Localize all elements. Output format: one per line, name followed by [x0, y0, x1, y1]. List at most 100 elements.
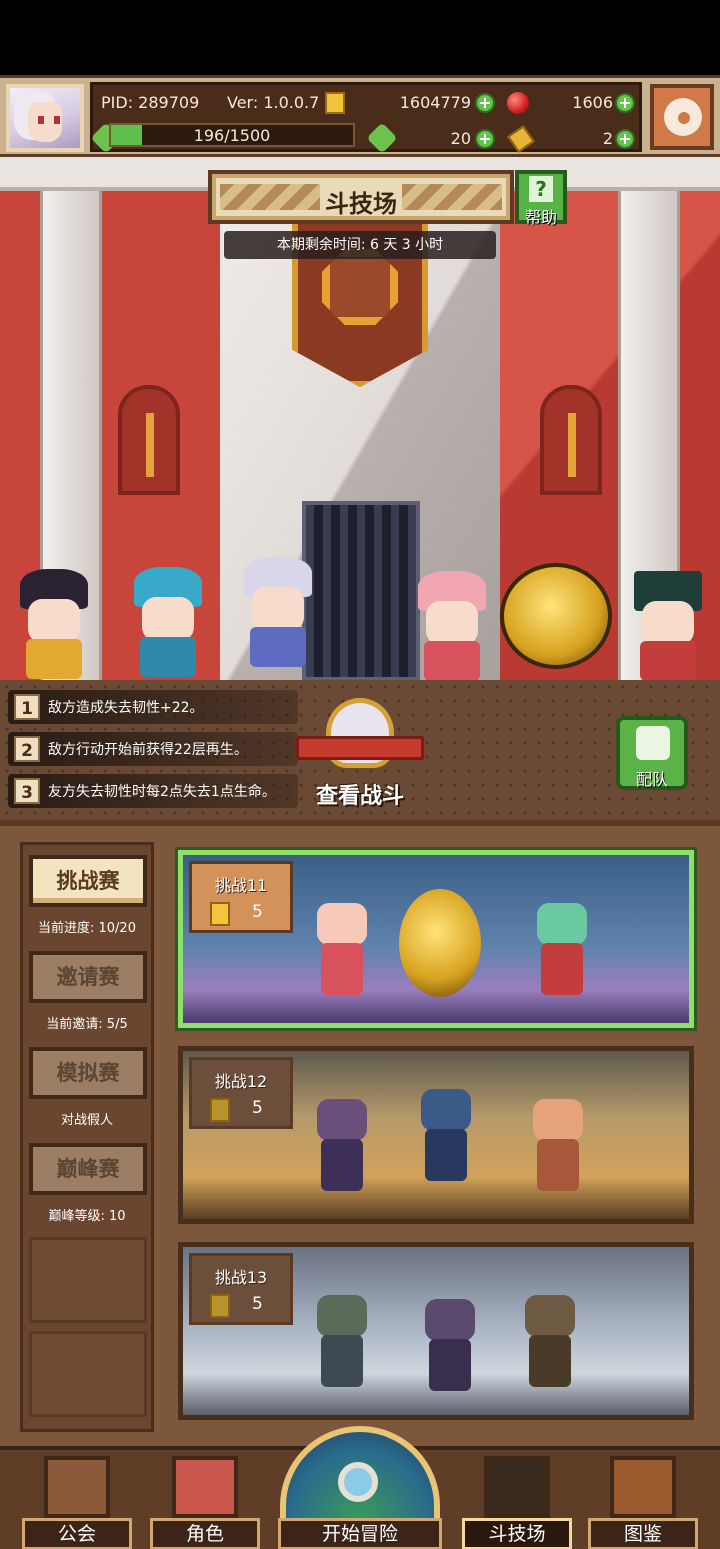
- enemy-fox-girl: [517, 1091, 599, 1199]
- add-key-button[interactable]: +: [615, 129, 635, 149]
- enemy-head: [317, 903, 367, 945]
- add-gems-button[interactable]: +: [615, 93, 635, 113]
- challenge-title: 挑战13: [214, 1268, 268, 1287]
- enemy-horned-warrior: [301, 1091, 383, 1199]
- nav-guild-label: 公会: [22, 1518, 132, 1549]
- modifier-number: 3: [14, 778, 40, 804]
- gear-icon: [664, 98, 702, 136]
- nav-codex[interactable]: 图鉴: [588, 1452, 698, 1549]
- codex-book-icon: [610, 1456, 676, 1518]
- hero-body: [140, 637, 196, 677]
- challenge-label: 挑战11 5: [189, 861, 293, 933]
- challenge-card[interactable]: 挑战13 5: [178, 1242, 694, 1420]
- avatar-eye-right: [54, 116, 60, 124]
- challenge-cost: 5: [252, 902, 263, 922]
- enemy-head: [537, 903, 587, 945]
- sword-niche-left: [118, 385, 180, 495]
- ruby-gem-icon: [507, 92, 529, 114]
- view-battle-button[interactable]: 查看战斗: [292, 778, 428, 810]
- gold-coin-icon: [210, 1294, 230, 1318]
- team-setup-button[interactable]: 配队: [616, 716, 688, 790]
- enemy-dragon-girl: [405, 1081, 487, 1189]
- emblem-ribbon: [296, 736, 424, 760]
- crossed-swords-icon: [484, 1456, 550, 1518]
- help-button[interactable]: ? 帮助: [515, 170, 567, 227]
- enemy-body: [321, 1139, 363, 1191]
- mode-invitational-button[interactable]: 邀请赛: [29, 951, 147, 1003]
- enemy-armored-knight: [301, 1287, 383, 1395]
- challenge-card[interactable]: 挑战11 5: [178, 850, 694, 1028]
- avatar-eye-left: [38, 116, 44, 124]
- challenge-cost: 5: [252, 1294, 263, 1314]
- nav-start-adventure[interactable]: 开始冒险: [276, 1426, 444, 1549]
- nav-character-label: 角色: [150, 1518, 260, 1549]
- modifier-row: 1 敌方造成失去韧性+22。: [8, 690, 298, 724]
- hero-head: [426, 601, 478, 645]
- nav-guild[interactable]: 公会: [22, 1452, 132, 1549]
- enemy-moon-girl: [399, 889, 481, 997]
- enemy-witch: [509, 1287, 591, 1395]
- mode-challenge-button[interactable]: 挑战赛: [29, 855, 147, 907]
- team-label: 配队: [635, 770, 668, 789]
- hero-head: [142, 597, 194, 641]
- stamina-bar: 196/1500: [109, 123, 355, 147]
- clover-count: 20: [450, 129, 471, 148]
- nav-arena[interactable]: 斗技场: [462, 1452, 572, 1549]
- challenge-label: 挑战12 5: [189, 1057, 293, 1129]
- game-version: Ver: 1.0.0.7: [227, 93, 320, 112]
- nav-codex-label: 图鉴: [588, 1518, 698, 1549]
- enemy-body: [321, 943, 363, 995]
- team-hero-witch: [6, 569, 102, 680]
- empty-mode-slot: [29, 1331, 147, 1417]
- team-hero-mushroom-mage: [120, 567, 216, 679]
- gold-coin-icon: [210, 902, 230, 926]
- mode-simulation-button[interactable]: 模拟赛: [29, 1047, 147, 1099]
- enemy-bear-girl: [301, 895, 383, 1003]
- resource-panel: PID: 289709 Ver: 1.0.0.7 1604779 + 1606 …: [90, 82, 642, 154]
- bottom-navigation: 公会 角色 开始冒险 斗技场 图鉴: [0, 1426, 720, 1549]
- invitation-count: 当前邀请: 5/5: [46, 1017, 128, 1032]
- nav-start-adventure-label: 开始冒险: [278, 1518, 442, 1549]
- question-icon: ?: [529, 176, 553, 202]
- hero-body: [250, 627, 306, 667]
- enemy-head: [525, 1295, 575, 1337]
- enemy-cat-mage: [409, 1291, 491, 1399]
- modifier-text: 友方失去韧性时每2点失去1点生命。: [48, 784, 276, 800]
- modifier-text: 敌方造成失去韧性+22。: [48, 700, 204, 716]
- team-hero-moon-girl: [500, 563, 612, 669]
- help-label: 帮助: [524, 208, 557, 227]
- mode-peak-button[interactable]: 巅峰赛: [29, 1143, 147, 1195]
- gold-amount: 1604779: [399, 93, 471, 112]
- enemy-body: [537, 1139, 579, 1191]
- hero-head: [642, 601, 694, 645]
- hero-head: [28, 599, 80, 643]
- player-avatar[interactable]: [6, 84, 84, 152]
- settings-button[interactable]: [650, 84, 714, 150]
- page-title: 斗技场: [325, 190, 397, 218]
- modifier-number: 1: [14, 694, 40, 720]
- gold-coin-icon: [325, 92, 345, 114]
- clover-icon: [366, 122, 398, 154]
- crossed-swords-emblem[interactable]: [296, 698, 424, 778]
- nav-character[interactable]: 角色: [150, 1452, 260, 1549]
- challenge-title: 挑战11: [214, 876, 268, 895]
- hero-body: [640, 641, 696, 680]
- enemy-body: [529, 1335, 571, 1387]
- challenge-label: 挑战13 5: [189, 1253, 293, 1325]
- sword-icon: [146, 413, 154, 477]
- mode-sidebar: 挑战赛 当前进度: 10/20 邀请赛 当前邀请: 5/5 模拟赛 对战假人 巅…: [20, 842, 154, 1432]
- add-clover-button[interactable]: +: [475, 129, 495, 149]
- enemy-body: [425, 1129, 467, 1181]
- enemy-body: [429, 1339, 471, 1391]
- enemy-head: [317, 1099, 367, 1141]
- top-hud: PID: 289709 Ver: 1.0.0.7 1604779 + 1606 …: [0, 75, 720, 157]
- modifier-number: 2: [14, 736, 40, 762]
- add-gold-button[interactable]: +: [475, 93, 495, 113]
- modifier-text: 敌方行动开始前获得22层再生。: [48, 742, 248, 758]
- simulation-desc: 对战假人: [60, 1113, 113, 1128]
- challenge-card[interactable]: 挑战12 5: [178, 1046, 694, 1224]
- modifier-row: 2 敌方行动开始前获得22层再生。: [8, 732, 298, 766]
- challenge-title: 挑战12: [214, 1072, 268, 1091]
- nav-arena-label: 斗技场: [462, 1518, 572, 1549]
- enemy-head: [533, 1099, 583, 1141]
